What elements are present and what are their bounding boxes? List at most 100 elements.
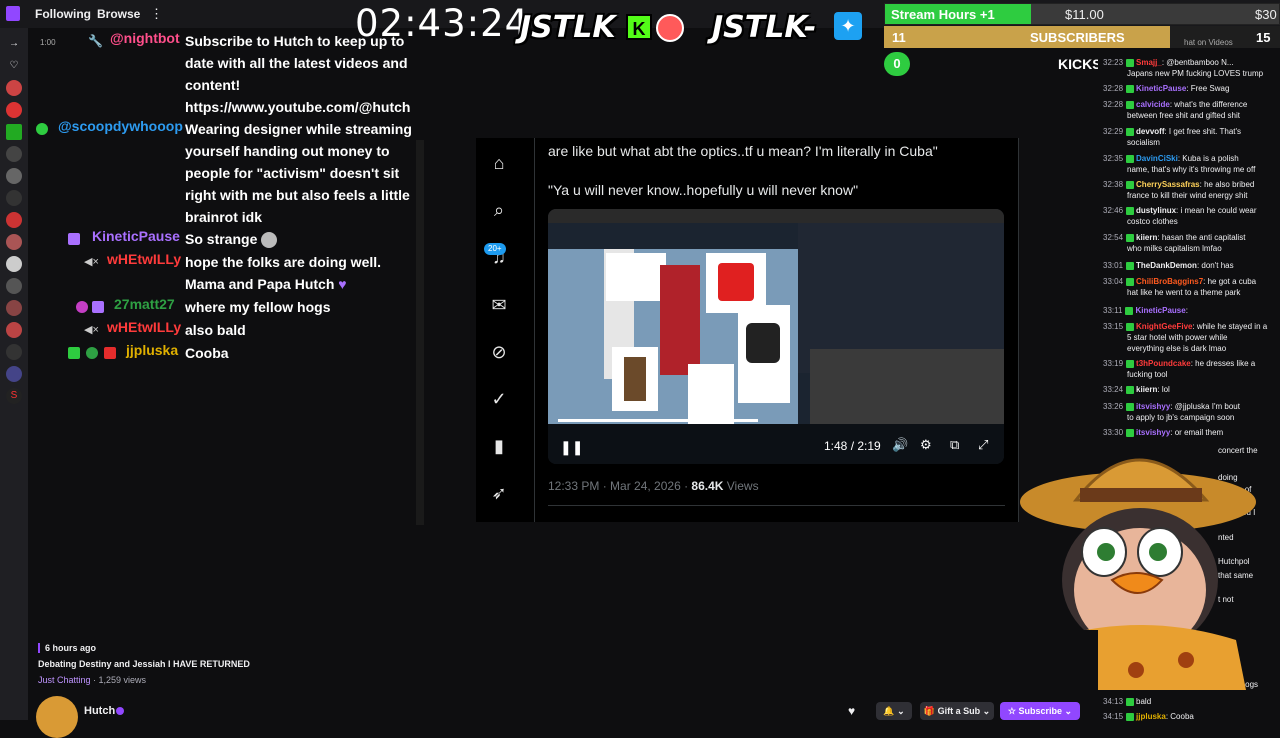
chat-username[interactable]: devvoff	[1136, 127, 1164, 136]
gift-icon: 🎁	[923, 706, 938, 716]
chat-message: Wearing designer while streaming yourself…	[185, 121, 412, 225]
chat-line: 33:24 kiiern: lol	[1103, 385, 1170, 394]
chat-username[interactable]: Smajj_	[1136, 58, 1162, 67]
chat-username[interactable]: KineticPause	[92, 228, 180, 244]
verified-check-icon[interactable]: ✓	[488, 388, 510, 410]
chat-username[interactable]: jjpluska	[126, 342, 178, 358]
channel-avatar[interactable]	[6, 102, 22, 118]
channel-avatar[interactable]	[6, 190, 22, 206]
chat-timestamp: 33:04	[1103, 277, 1124, 286]
home-icon[interactable]: ⌂	[488, 152, 510, 174]
chat-username[interactable]: CherrySassafras	[1136, 180, 1200, 189]
nav-browse[interactable]: Browse	[97, 7, 140, 21]
chat-username[interactable]: @scoopdywhooop	[58, 118, 183, 134]
badge-icon	[104, 347, 116, 359]
chat-username[interactable]: wHEtwILLy	[107, 319, 181, 335]
twitch-logo-icon[interactable]	[6, 6, 20, 21]
channel-avatar[interactable]	[6, 278, 22, 294]
chat-username[interactable]: ChiliBroBaggins7	[1136, 277, 1203, 286]
chat-username[interactable]: @nightbot	[110, 30, 180, 46]
channel-avatar[interactable]: S	[6, 388, 22, 404]
subscribe-button[interactable]: ☆ Subscribe ⌄	[1000, 702, 1080, 720]
chat-message: So strange	[185, 228, 415, 250]
chat-username[interactable]: t3hPoundcake	[1136, 359, 1191, 368]
nav-following[interactable]: Following	[35, 7, 91, 21]
chat-username[interactable]: calvicide	[1136, 100, 1170, 109]
channel-avatar[interactable]	[6, 146, 22, 162]
stream-hours-label: Stream Hours +1	[891, 7, 995, 22]
mail-icon[interactable]: ✉	[488, 294, 510, 316]
embedded-video[interactable]: ❚❚ 1:48 / 2:19 🔊 ⚙ ⧉ ⤢	[548, 209, 1004, 464]
webcam-feed	[810, 349, 1004, 424]
post-quote-line-1: are like but what abt the optics..tf u m…	[548, 143, 938, 159]
channel-avatar[interactable]	[6, 322, 22, 338]
channel-avatar[interactable]	[6, 256, 22, 272]
chat-line: to apply to jb's campaign soon	[1127, 413, 1235, 422]
chat-scrollbar[interactable]	[416, 140, 424, 525]
brand-twitter-text: JSTLK-	[712, 10, 817, 45]
notifications-button[interactable]: 🔔 ⌄	[876, 702, 912, 720]
progress-fill[interactable]	[558, 419, 758, 422]
chat-timestamp: 33:01	[1103, 261, 1124, 270]
badge-icon	[1126, 154, 1135, 163]
channel-avatar[interactable]	[6, 124, 22, 140]
emote-icon	[261, 232, 278, 249]
chat-line: fucking tool	[1127, 370, 1168, 379]
volume-icon[interactable]: 🔊	[892, 437, 908, 453]
chat-username[interactable]: TheDankDemon	[1136, 261, 1197, 270]
search-icon[interactable]: ⌕	[488, 199, 510, 221]
badge-icon	[1126, 359, 1135, 368]
channel-avatar[interactable]	[6, 344, 22, 360]
chat-username[interactable]: kiiern	[1136, 233, 1157, 242]
bookmark-icon[interactable]: ▮	[488, 435, 510, 457]
fullscreen-icon[interactable]: ⤢	[978, 437, 988, 453]
pause-icon[interactable]: ❚❚	[560, 439, 583, 456]
category-link[interactable]: Just Chatting	[38, 675, 91, 685]
chat-timestamp: 32:46	[1103, 206, 1124, 215]
badge-icon	[1126, 206, 1135, 215]
subs-label: SUBSCRIBERS	[1030, 30, 1125, 45]
chat-username[interactable]: KineticPause	[1135, 306, 1185, 315]
expand-rail-icon[interactable]: →	[6, 36, 22, 52]
chat-timestamp: 33:26	[1103, 402, 1124, 411]
chat-line: 33:01 TheDankDemon: don't has	[1103, 261, 1234, 270]
chat-username[interactable]: 27matt27	[114, 296, 175, 312]
badge-icon	[92, 301, 104, 313]
chat-username[interactable]: KnightGeeFive	[1136, 322, 1192, 331]
chat-timestamp: 33:11	[1103, 306, 1123, 315]
chat-timestamp: 33:24	[1103, 385, 1124, 394]
donation-goal-mid: $11.00	[1065, 7, 1104, 22]
settings-gear-icon[interactable]: ⚙	[920, 437, 932, 453]
chat-line: costco clothes	[1127, 217, 1178, 226]
channel-avatar[interactable]	[6, 300, 22, 316]
channel-avatar[interactable]	[6, 366, 22, 382]
chat-username[interactable]: dustylinux	[1136, 206, 1176, 215]
channel-avatar[interactable]	[6, 234, 22, 250]
rocket-icon[interactable]: ➶	[488, 482, 510, 504]
chat-line: 33:19 t3hPoundcake: he dresses like a	[1103, 359, 1256, 368]
chat-username[interactable]: itsvishyy	[1136, 402, 1170, 411]
heart-icon[interactable]: ♡	[6, 58, 22, 74]
chat-timestamp: 32:29	[1103, 127, 1124, 136]
notification-count-badge: 20+	[484, 243, 506, 255]
channel-avatar[interactable]	[6, 168, 22, 184]
chat-username[interactable]: KineticPause	[1136, 84, 1186, 93]
subscribers-goal-bar: 11 SUBSCRIBERS hat on Videos 15	[884, 26, 1280, 48]
chat-username[interactable]: wHEtwILLy	[107, 251, 181, 267]
chat-line: 32:29 devvoff: I get free shit. That's	[1103, 127, 1242, 136]
channel-avatar[interactable]	[36, 696, 78, 738]
channel-name[interactable]: Hutch	[84, 705, 115, 717]
badge-icon	[1126, 100, 1135, 109]
picture-in-picture-icon[interactable]: ⧉	[950, 437, 959, 453]
gift-sub-button[interactable]: 🎁 Gift a Sub ⌄	[920, 702, 994, 720]
chat-username[interactable]: kiiern	[1136, 385, 1157, 394]
chat-username[interactable]: DavinCiSki	[1136, 154, 1178, 163]
chat-message: where my fellow hogs	[185, 299, 331, 315]
channel-avatar[interactable]	[6, 212, 22, 228]
grok-icon[interactable]: ⊘	[488, 341, 510, 363]
more-menu-icon[interactable]: ⋮	[150, 6, 163, 22]
badge-icon	[1126, 180, 1135, 189]
channel-avatar[interactable]	[6, 80, 22, 96]
chat-timestamp: 33:15	[1103, 322, 1124, 331]
follow-heart-icon[interactable]: ♥	[848, 704, 855, 718]
